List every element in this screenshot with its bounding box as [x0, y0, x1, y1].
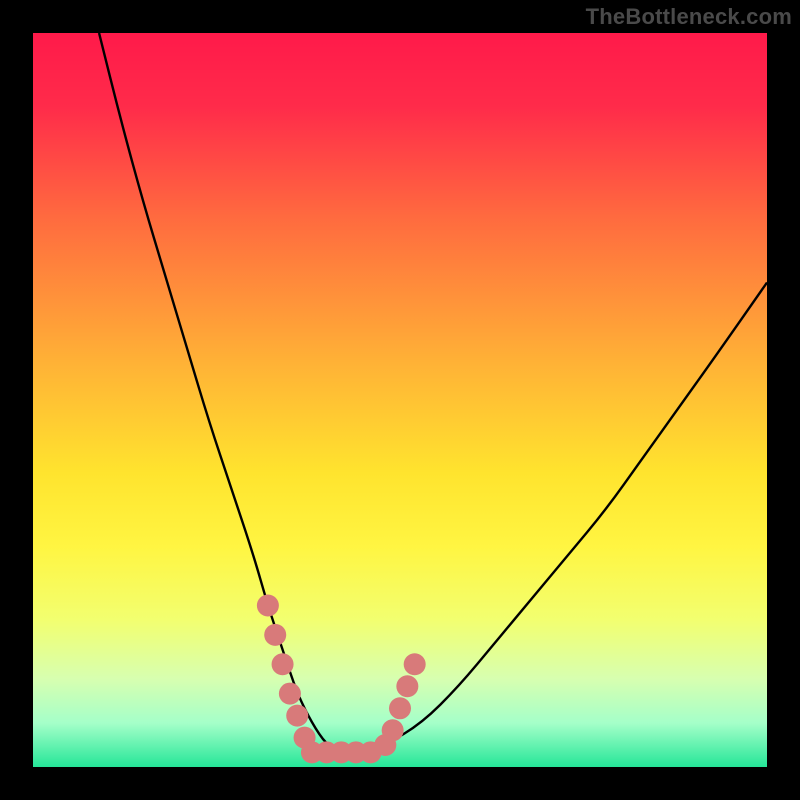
highlight-marker	[272, 653, 294, 675]
watermark-text: TheBottleneck.com	[586, 4, 792, 30]
highlight-marker	[382, 719, 404, 741]
highlight-marker	[279, 683, 301, 705]
chart-svg	[33, 33, 767, 767]
highlight-marker	[396, 675, 418, 697]
highlight-marker	[389, 697, 411, 719]
chart-frame: TheBottleneck.com	[0, 0, 800, 800]
highlight-marker	[257, 595, 279, 617]
highlight-marker	[404, 653, 426, 675]
highlight-marker	[286, 705, 308, 727]
gradient-background	[33, 33, 767, 767]
highlight-marker	[264, 624, 286, 646]
plot-area	[33, 33, 767, 767]
